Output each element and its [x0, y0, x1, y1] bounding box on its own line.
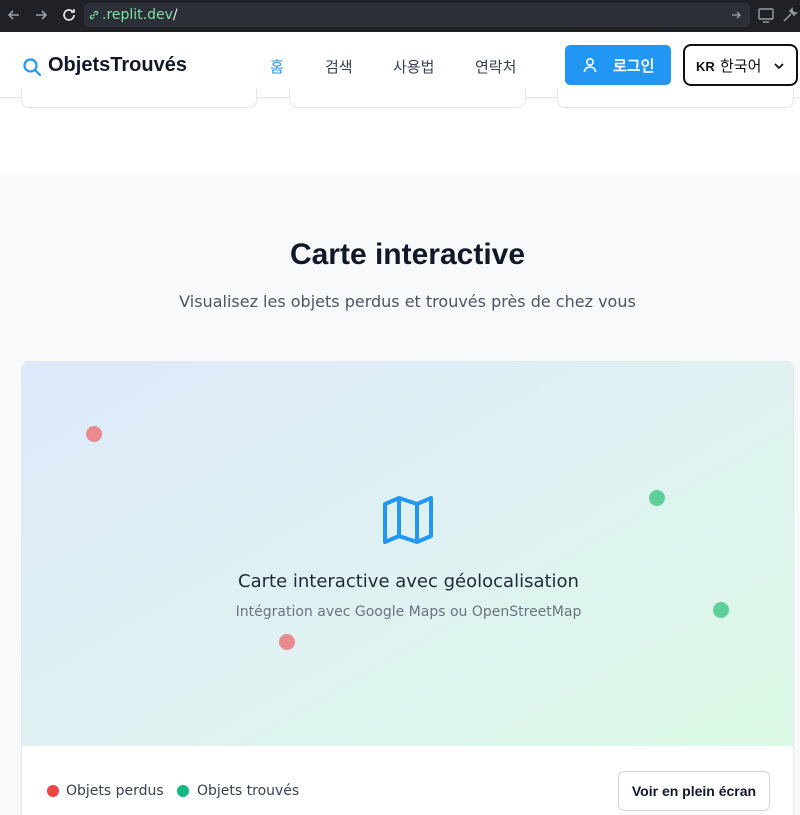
search-icon — [23, 58, 42, 77]
url-text: .replit.dev/ — [102, 7, 178, 23]
card-partial — [21, 89, 257, 108]
map-description: Intégration avec Google Maps ou OpenStre… — [235, 604, 582, 620]
section-subtitle: Visualisez les objets perdus et trouvés … — [179, 292, 636, 311]
chevron-down-icon — [774, 63, 784, 70]
lost-item-marker[interactable] — [279, 634, 295, 650]
login-label: 로그인 — [613, 57, 655, 75]
reload-icon[interactable] — [60, 6, 78, 24]
interactive-map[interactable]: Carte interactive avec géolocalisation I… — [22, 362, 793, 746]
map-card: Carte interactive avec géolocalisation I… — [21, 361, 794, 815]
fullscreen-button[interactable]: Voir en plein écran — [618, 771, 770, 811]
nav-contact[interactable]: 연락처 — [475, 56, 516, 77]
lost-legend-dot — [47, 785, 59, 797]
login-button[interactable]: 로그인 — [565, 45, 671, 85]
link-icon — [89, 10, 99, 20]
map-icon — [383, 496, 433, 544]
map-title: Carte interactive avec géolocalisation — [238, 571, 579, 592]
language-select[interactable]: KR 한국어 — [683, 44, 798, 86]
monitor-icon[interactable] — [757, 6, 775, 24]
wrench-icon[interactable] — [781, 6, 799, 24]
card-partial — [557, 89, 794, 108]
nav-search[interactable]: 검색 — [325, 56, 353, 77]
found-legend-label: Objets trouvés — [197, 783, 300, 799]
found-legend-dot — [177, 785, 189, 797]
section-title: Carte interactive — [289, 238, 526, 271]
user-icon — [583, 57, 597, 73]
nav-home[interactable]: 홈 — [270, 56, 284, 77]
address-bar[interactable]: .replit.dev/ — [84, 3, 750, 27]
cards-section-bottom — [0, 89, 800, 173]
card-partial — [289, 89, 526, 108]
site-logo[interactable]: ObjetsTrouvés — [48, 54, 187, 77]
nav-how-to[interactable]: 사용법 — [393, 56, 434, 77]
forward-arrow-icon[interactable] — [32, 6, 50, 24]
go-arrow-icon[interactable] — [730, 9, 742, 21]
found-item-marker[interactable] — [649, 490, 665, 506]
language-name: 한국어 — [720, 57, 762, 75]
lost-legend-label: Objets perdus — [66, 783, 164, 799]
browser-toolbar: .replit.dev/ — [0, 0, 800, 32]
language-code: KR — [696, 59, 715, 74]
lost-item-marker[interactable] — [86, 426, 102, 442]
back-arrow-icon[interactable] — [5, 6, 23, 24]
